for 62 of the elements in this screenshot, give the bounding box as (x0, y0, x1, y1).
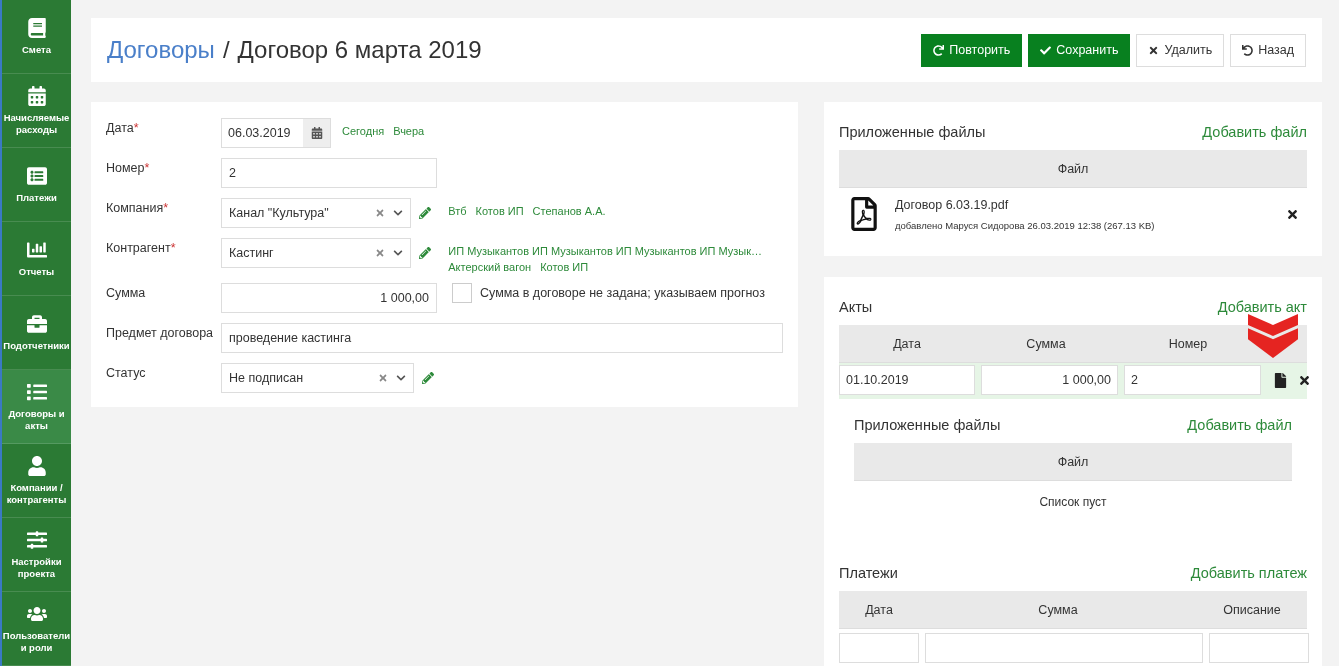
add-file-link[interactable]: Добавить файл (1187, 417, 1292, 433)
quick-link[interactable]: Котов ИП (475, 205, 524, 217)
quick-link[interactable]: Втб (448, 205, 467, 217)
amount-field[interactable]: 1 000,00 (221, 283, 437, 313)
column-header: Описание (1222, 602, 1282, 617)
sidebar-item[interactable]: Смета (2, 0, 71, 74)
sidebar-item[interactable]: Договоры и акты (2, 370, 71, 444)
select-field[interactable]: Кастинг (221, 238, 412, 268)
button[interactable]: Удалить (1136, 33, 1225, 67)
number-field[interactable]: 2 (1124, 365, 1261, 395)
section-title: Акты (839, 299, 873, 315)
column-header: Номер (1167, 336, 1209, 351)
select-field[interactable]: Канал "Культура" (221, 198, 412, 228)
quick-link[interactable]: Актерский вагон (448, 261, 532, 273)
add-file-link[interactable]: Добавить файл (1202, 124, 1307, 140)
primary-button[interactable]: Сохранить (1028, 33, 1131, 67)
column-header: Дата (864, 602, 894, 617)
amount-field[interactable]: 1 000,00 (981, 365, 1118, 395)
checkbox-label: Сумма в договоре не задана; указываем прогноз (480, 285, 765, 302)
date-field[interactable]: 01.10.2019 (839, 365, 975, 395)
sidebar-item[interactable]: Подотчетники (2, 296, 71, 370)
column-header: Сумма (1025, 336, 1067, 351)
breadcrumb-separator: / (222, 36, 230, 64)
field-label: Предмет договора (106, 325, 215, 342)
breadcrumb-link[interactable]: Договоры (107, 36, 215, 64)
table-header: Файл (854, 443, 1292, 481)
field-label: Компания* (106, 200, 170, 217)
page-title: Договор 6 марта 2019 (237, 36, 482, 64)
quick-link[interactable]: Котов ИП (540, 261, 589, 273)
field-label: Номер* (106, 160, 151, 177)
table-header: Файл (839, 150, 1307, 188)
file-name[interactable]: Договор 6.03.19.pdf (895, 197, 1272, 212)
field-label: Дата* (106, 120, 140, 137)
text-field[interactable]: проведение кастинга (221, 323, 783, 353)
text-field[interactable]: 2 (221, 158, 437, 188)
quick-link[interactable]: ИП Музыкантов ИП Музыкантов ИП Музыкантов ИП Музык… (448, 245, 763, 257)
quick-link[interactable]: Степанов А.А. (532, 205, 606, 217)
primary-button[interactable]: Повторить (921, 33, 1023, 67)
column-header: Дата (892, 336, 922, 351)
sidebar-item[interactable]: Пользователи и роли (2, 592, 71, 666)
sidebar-item[interactable]: Настройки проекта (2, 518, 71, 592)
column-header: Сумма (1037, 602, 1079, 617)
sidebar-item[interactable]: Отчеты (2, 222, 71, 296)
quick-link[interactable]: Вчера (393, 125, 425, 137)
add-payment-link[interactable]: Добавить платеж (1190, 565, 1307, 581)
section-title: Платежи (839, 565, 898, 581)
section-title: Приложенные файлы (854, 417, 1001, 433)
select-field[interactable]: Не подписан (221, 363, 414, 393)
section-title: Приложенные файлы (839, 124, 986, 140)
table-row[interactable]: 01.10.2019 1 000,00 2 (839, 363, 1307, 399)
file-meta: добавлено Маруся Сидорова 26.03.2019 12:38 (267.13 KB) (895, 219, 1156, 231)
date-field[interactable]: 06.03.2019 (221, 118, 331, 148)
button[interactable]: Назад (1230, 33, 1306, 67)
empty-message: Список пуст (1038, 494, 1108, 509)
field-label: Сумма (106, 285, 147, 302)
sidebar-item[interactable]: Компании / контрагенты (2, 444, 71, 518)
field-label: Статус (106, 365, 147, 382)
sidebar-item[interactable]: Начисляемые расходы (2, 74, 71, 148)
field-label: Контрагент* (106, 240, 177, 257)
add-act-link[interactable]: Добавить акт (1217, 299, 1307, 315)
sidebar-item[interactable]: Платежи (2, 148, 71, 222)
quick-link[interactable]: Сегодня (342, 125, 385, 137)
